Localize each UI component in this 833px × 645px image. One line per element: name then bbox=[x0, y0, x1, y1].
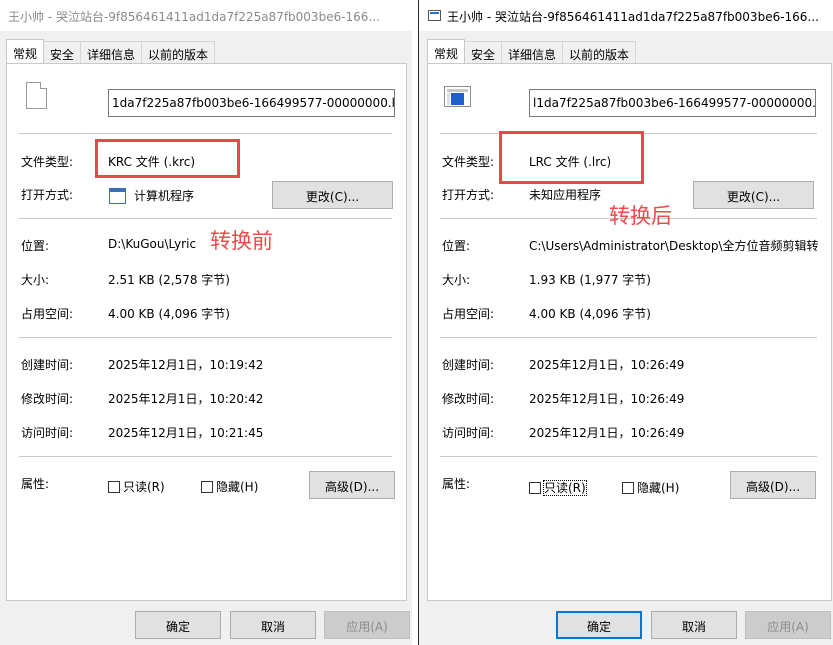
created-value: 2025年12月1日，10:26:49 bbox=[529, 358, 685, 372]
general-panel: l1da7f225a87fb003be6-166499577-00000000.… bbox=[427, 63, 832, 601]
divider bbox=[19, 337, 392, 338]
lrc-file-icon bbox=[444, 86, 471, 107]
file-type-label: 文件类型: bbox=[442, 155, 495, 169]
modified-value: 2025年12月1日，10:26:49 bbox=[529, 392, 685, 406]
tab-details[interactable]: 详细信息 bbox=[501, 41, 564, 63]
highlight-box bbox=[95, 139, 240, 178]
properties-dialog-before: 王小帅 - 哭泣站台-9f856461411ad1da7f225a87fb003… bbox=[0, 0, 412, 645]
accessed-value: 2025年12月1日，10:21:45 bbox=[108, 426, 264, 440]
disk-size-label: 占用空间: bbox=[442, 307, 495, 321]
blank-file-icon bbox=[26, 82, 47, 109]
annotation-after: 转换后 bbox=[609, 204, 672, 228]
tab-general[interactable]: 常规 bbox=[427, 39, 466, 63]
tab-security[interactable]: 安全 bbox=[43, 41, 82, 63]
tab-details[interactable]: 详细信息 bbox=[80, 41, 143, 63]
readonly-checkbox[interactable]: 只读(R) bbox=[529, 479, 587, 496]
disk-size-value: 4.00 KB (4,096 字节) bbox=[108, 307, 230, 321]
hidden-label: 隐藏(H) bbox=[637, 481, 680, 495]
divider bbox=[19, 133, 392, 134]
tab-strip: 常规 安全 详细信息 以前的版本 bbox=[427, 39, 637, 63]
change-button[interactable]: 更改(C)... bbox=[693, 181, 814, 209]
modified-label: 修改时间: bbox=[442, 392, 495, 406]
created-value: 2025年12月1日，10:19:42 bbox=[108, 358, 264, 372]
tab-previous-versions[interactable]: 以前的版本 bbox=[562, 41, 637, 63]
readonly-checkbox[interactable]: 只读(R) bbox=[108, 478, 165, 495]
created-label: 创建时间: bbox=[442, 358, 495, 372]
disk-size-label: 占用空间: bbox=[21, 307, 74, 321]
apply-button[interactable]: 应用(A) bbox=[324, 611, 410, 639]
properties-dialog-after: 王小帅 - 哭泣站台-9f856461411ad1da7f225a87fb003… bbox=[418, 0, 833, 645]
location-label: 位置: bbox=[442, 239, 471, 253]
tab-strip: 常规 安全 详细信息 以前的版本 bbox=[6, 39, 216, 63]
hidden-checkbox[interactable]: 隐藏(H) bbox=[622, 479, 679, 496]
attributes-label: 属性: bbox=[442, 477, 471, 491]
divider bbox=[19, 218, 392, 219]
size-label: 大小: bbox=[442, 273, 471, 287]
checkbox-box[interactable] bbox=[529, 482, 541, 494]
divider bbox=[19, 456, 392, 457]
window-icon bbox=[428, 10, 441, 21]
tab-general[interactable]: 常规 bbox=[6, 39, 45, 63]
divider bbox=[440, 456, 817, 457]
annotation-before: 转换前 bbox=[210, 229, 273, 253]
tab-previous-versions[interactable]: 以前的版本 bbox=[141, 41, 216, 63]
computer-program-icon bbox=[109, 188, 126, 204]
modified-value: 2025年12月1日，10:20:42 bbox=[108, 392, 264, 406]
apply-button[interactable]: 应用(A) bbox=[745, 611, 831, 639]
accessed-label: 访问时间: bbox=[442, 426, 495, 440]
open-with-label: 打开方式: bbox=[442, 188, 495, 202]
divider bbox=[440, 337, 817, 338]
size-label: 大小: bbox=[21, 273, 50, 287]
title-bar[interactable]: 王小帅 - 哭泣站台-9f856461411ad1da7f225a87fb003… bbox=[0, 0, 412, 31]
tab-security[interactable]: 安全 bbox=[464, 41, 503, 63]
general-panel: 1da7f225a87fb003be6-166499577-00000000.k… bbox=[6, 63, 407, 601]
open-with-value: 计算机程序 bbox=[134, 189, 195, 203]
created-label: 创建时间: bbox=[21, 358, 74, 372]
location-label: 位置: bbox=[21, 239, 50, 253]
location-value: C:\Users\Administrator\Desktop\全方位音频剪辑转 bbox=[529, 239, 819, 253]
attributes-label: 属性: bbox=[21, 477, 50, 491]
title-bar[interactable]: 王小帅 - 哭泣站台-9f856461411ad1da7f225a87fb003… bbox=[419, 0, 833, 31]
accessed-label: 访问时间: bbox=[21, 426, 74, 440]
cancel-button[interactable]: 取消 bbox=[230, 611, 316, 639]
hidden-label: 隐藏(H) bbox=[216, 480, 259, 494]
accessed-value: 2025年12月1日，10:26:49 bbox=[529, 426, 685, 440]
filename-field[interactable]: l1da7f225a87fb003be6-166499577-00000000.… bbox=[529, 89, 816, 117]
checkbox-box[interactable] bbox=[622, 482, 634, 494]
change-button[interactable]: 更改(C)... bbox=[272, 181, 393, 209]
window-title: 王小帅 - 哭泣站台-9f856461411ad1da7f225a87fb003… bbox=[447, 10, 819, 24]
open-with-label: 打开方式: bbox=[21, 188, 74, 202]
filename-field[interactable]: 1da7f225a87fb003be6-166499577-00000000.k… bbox=[108, 89, 395, 117]
disk-size-value: 4.00 KB (4,096 字节) bbox=[529, 307, 651, 321]
advanced-button[interactable]: 高级(D)... bbox=[730, 471, 816, 499]
size-value: 1.93 KB (1,977 字节) bbox=[529, 273, 651, 287]
highlight-box bbox=[499, 131, 644, 184]
modified-label: 修改时间: bbox=[21, 392, 74, 406]
readonly-label: 只读(R) bbox=[123, 480, 165, 494]
file-type-label: 文件类型: bbox=[21, 155, 74, 169]
readonly-label: 只读(R) bbox=[543, 480, 587, 496]
location-value: D:\KuGou\Lyric bbox=[108, 237, 197, 251]
size-value: 2.51 KB (2,578 字节) bbox=[108, 273, 230, 287]
ok-button[interactable]: 确定 bbox=[556, 611, 642, 639]
hidden-checkbox[interactable]: 隐藏(H) bbox=[201, 478, 258, 495]
advanced-button[interactable]: 高级(D)... bbox=[309, 471, 395, 499]
window-title: 王小帅 - 哭泣站台-9f856461411ad1da7f225a87fb003… bbox=[8, 10, 380, 24]
ok-button[interactable]: 确定 bbox=[135, 611, 221, 639]
checkbox-box[interactable] bbox=[108, 481, 120, 493]
cancel-button[interactable]: 取消 bbox=[651, 611, 737, 639]
checkbox-box[interactable] bbox=[201, 481, 213, 493]
